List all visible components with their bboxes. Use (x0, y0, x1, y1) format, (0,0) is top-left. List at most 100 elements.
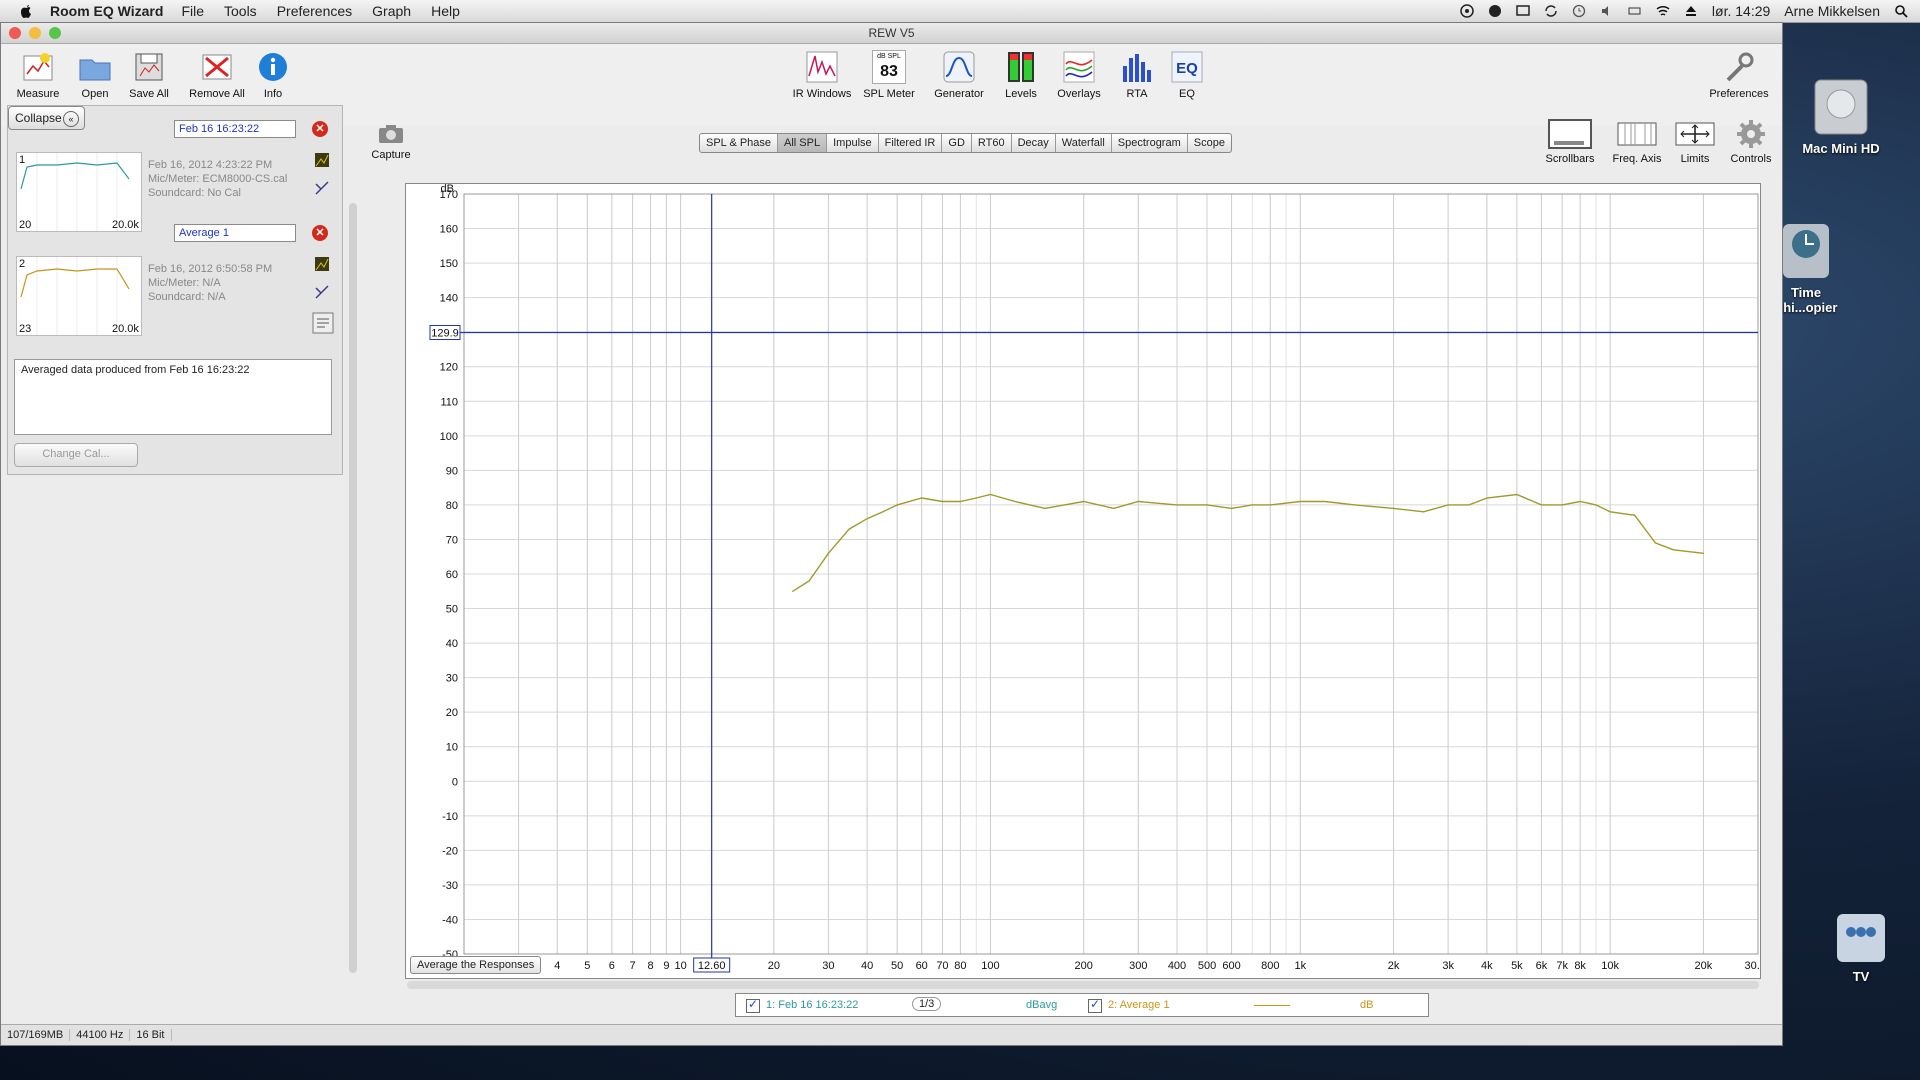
tab-rt60[interactable]: RT60 (972, 134, 1012, 152)
x-tick-label: 2k (1388, 960, 1400, 972)
legend-checkbox-1[interactable]: ✓ (746, 997, 760, 1013)
measurement-notes[interactable]: Averaged data produced from Feb 16 16:23… (14, 359, 332, 435)
tab-spl-phase[interactable]: SPL & Phase (700, 134, 779, 152)
controls-button[interactable]: Controls (1725, 119, 1777, 165)
y-tick-label: 70 (446, 534, 458, 546)
spotlight-search-icon[interactable] (1894, 4, 1908, 18)
remove-measurement-icon[interactable]: ✕ (312, 121, 328, 137)
clock[interactable]: lør. 14:29 (1712, 3, 1770, 19)
tab-all-spl[interactable]: All SPL (778, 134, 828, 152)
data-point (1540, 504, 1543, 506)
camera-icon[interactable] (1488, 4, 1502, 18)
status-icon[interactable] (1460, 4, 1474, 18)
info-button[interactable]: Info (255, 50, 291, 100)
measurement-name-field[interactable]: Feb 16 16:23:22 (174, 120, 296, 138)
smoothing-selector[interactable]: 1/3 (912, 997, 942, 1011)
save-all-button[interactable]: Save All (125, 50, 173, 100)
ir-windows-button[interactable]: IR Windows (791, 50, 853, 100)
limits-button[interactable]: Limits (1673, 119, 1717, 165)
info-icon (259, 53, 287, 81)
menu-help[interactable]: Help (431, 3, 460, 19)
measurement-name-field[interactable]: Average 1 (174, 224, 296, 242)
tab-scope[interactable]: Scope (1188, 134, 1231, 152)
spl-meter-button[interactable]: dB SPL 83 SPL Meter (861, 50, 917, 100)
menu-preferences[interactable]: Preferences (277, 3, 352, 19)
measurement-thumbnail[interactable]: 2 23 20.0k (16, 256, 142, 336)
spl-chart[interactable]: 1701601501401301201101009080706050403020… (406, 183, 1775, 978)
tab-filtered-ir[interactable]: Filtered IR (879, 134, 943, 152)
collapse-button[interactable]: Collapse « (8, 106, 85, 130)
apple-icon[interactable] (18, 3, 34, 19)
eject-icon[interactable] (1684, 4, 1698, 18)
memory-status: 107/169MB (1, 1029, 71, 1041)
minimize-window-button[interactable] (29, 27, 41, 39)
chart-color-icon[interactable] (314, 256, 330, 272)
mic-cal-icon[interactable] (314, 180, 330, 196)
chart-color-icon[interactable] (314, 152, 330, 168)
notes-icon[interactable] (312, 312, 334, 334)
change-cal-button[interactable]: Change Cal... (14, 443, 138, 467)
collapse-chevron-icon: « (63, 111, 79, 127)
svg-text:20.0k: 20.0k (112, 323, 139, 335)
average-responses-button[interactable]: Average the Responses (410, 956, 542, 974)
network-share-icon (1837, 914, 1885, 962)
x-tick-label: 8 (647, 960, 653, 972)
gear-icon (1737, 120, 1765, 148)
x-tick-label: 600 (1222, 960, 1240, 972)
svg-text:20: 20 (19, 219, 31, 231)
menu-graph[interactable]: Graph (372, 3, 411, 19)
eq-button[interactable]: EQ EQ (1167, 50, 1207, 100)
wifi-icon[interactable] (1656, 4, 1670, 18)
data-point (827, 552, 830, 554)
close-window-button[interactable] (9, 27, 21, 39)
volume-icon[interactable] (1600, 4, 1614, 18)
remove-measurement-icon[interactable]: ✕ (312, 225, 328, 241)
graph-legend: ✓ 1: Feb 16 16:23:22 1/3 dBavg ✓ 2: Aver… (735, 993, 1429, 1017)
battery-icon[interactable] (1628, 4, 1642, 18)
desktop-icon-time-machine[interactable]: Time chi...opier (1776, 205, 1837, 330)
y-tick-label: 110 (440, 396, 458, 408)
tab-gd[interactable]: GD (942, 134, 972, 152)
remove-all-button[interactable]: Remove All (185, 50, 249, 100)
menu-tools[interactable]: Tools (224, 3, 257, 19)
legend-label-1: 1: Feb 16 16:23:22 (766, 999, 859, 1011)
y-tick-label: 10 (446, 742, 458, 754)
generator-button[interactable]: Generator (929, 50, 989, 100)
desktop-icon-tv[interactable]: TV (1826, 910, 1896, 984)
x-tick-label: 30 (822, 960, 834, 972)
panel-scrollbar[interactable] (349, 203, 357, 973)
svg-text:2: 2 (19, 258, 25, 270)
capture-button[interactable]: Capture (365, 123, 417, 161)
zoom-window-button[interactable] (49, 27, 61, 39)
preferences-button[interactable]: Preferences (1705, 50, 1773, 100)
rta-icon (1123, 54, 1151, 82)
tab-decay[interactable]: Decay (1012, 134, 1056, 152)
rta-button[interactable]: RTA (1117, 50, 1157, 100)
tab-impulse[interactable]: Impulse (827, 134, 879, 152)
data-point (1083, 500, 1085, 503)
mic-cal-icon[interactable] (314, 284, 330, 300)
levels-button[interactable]: Levels (1001, 50, 1041, 100)
overlays-button[interactable]: Overlays (1053, 50, 1105, 100)
data-point (1672, 549, 1675, 551)
app-menu[interactable]: Room EQ Wizard (50, 3, 163, 19)
sync-icon[interactable] (1544, 4, 1558, 18)
folder-open-icon (79, 59, 111, 81)
user-name[interactable]: Arne Mikkelsen (1784, 3, 1880, 19)
horizontal-scrollbar[interactable] (407, 981, 1759, 989)
open-button[interactable]: Open (73, 50, 117, 100)
tab-waterfall[interactable]: Waterfall (1056, 134, 1112, 152)
data-point (1206, 504, 1208, 506)
scrollbars-button[interactable]: Scrollbars (1539, 119, 1601, 165)
legend-checkbox-2[interactable]: ✓ (1088, 997, 1102, 1013)
measurement-thumbnail[interactable]: 1 20 20.0k (16, 152, 142, 232)
desktop-icon-hd[interactable]: Mac Mini HD (1796, 74, 1886, 156)
desktop-icon-label: TV (1852, 969, 1870, 984)
spl-graph[interactable]: 1701601501401301201101009080706050403020… (405, 183, 1775, 979)
display-icon[interactable] (1516, 4, 1530, 18)
time-machine-icon[interactable] (1572, 4, 1586, 18)
menu-file[interactable]: File (181, 3, 204, 19)
freq-axis-button[interactable]: Freq. Axis (1607, 119, 1667, 165)
tab-spectrogram[interactable]: Spectrogram (1112, 134, 1188, 152)
measure-button[interactable]: Measure (13, 50, 63, 100)
